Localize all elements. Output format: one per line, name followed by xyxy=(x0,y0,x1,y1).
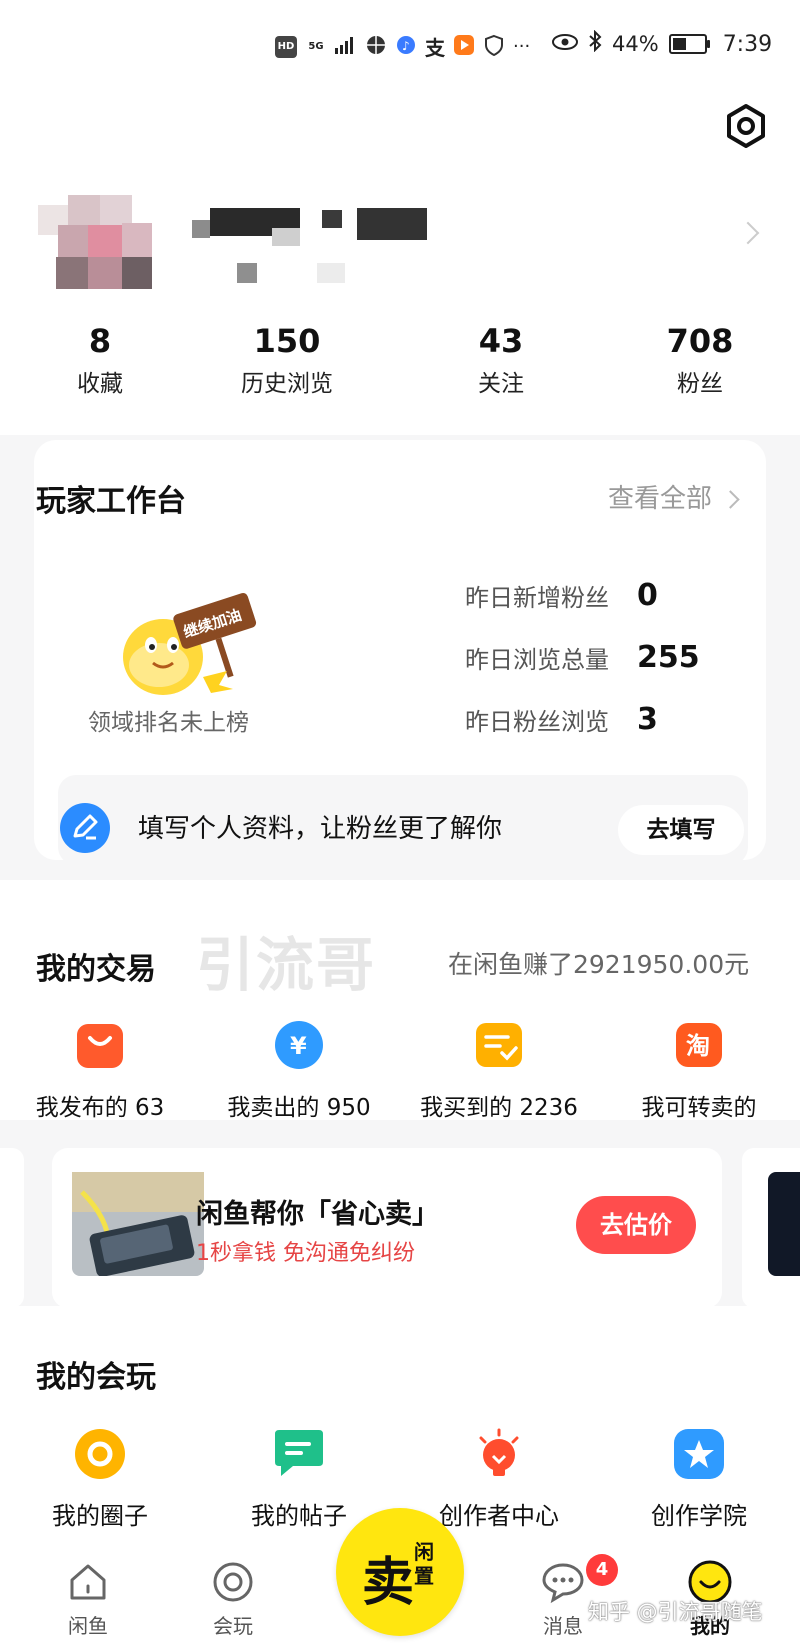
battery-percent: 44% xyxy=(612,32,659,56)
workbench-title: 玩家工作台 xyxy=(36,484,186,519)
trade-label: 我卖出的 950 xyxy=(227,1095,371,1121)
metric-value: 255 xyxy=(637,640,700,675)
status-left-icons: HD 5G ♪ 支 ··· xyxy=(275,32,530,61)
next-banner-thumbnail xyxy=(768,1172,800,1276)
trade-label: 我买到的 2236 xyxy=(420,1095,578,1121)
signal-icon xyxy=(335,36,357,58)
banner-phone-image xyxy=(72,1172,204,1277)
play-circles[interactable]: 我的圈子 xyxy=(0,1428,200,1531)
avatar[interactable] xyxy=(38,195,162,299)
edit-icon xyxy=(60,803,110,853)
lightbulb-icon xyxy=(473,1428,525,1480)
play-label: 创作学院 xyxy=(651,1502,747,1530)
metric-total-views: 昨日浏览总量 255 xyxy=(465,640,700,675)
trade-label: 我可转卖的 xyxy=(641,1095,757,1121)
settings-button[interactable] xyxy=(722,102,770,150)
trade-label: 我发布的 63 xyxy=(35,1095,165,1121)
metric-label: 昨日新增粉丝 xyxy=(465,584,609,612)
svg-text:淘: 淘 xyxy=(686,1032,710,1060)
stat-value: 8 xyxy=(88,322,112,360)
see-all-link[interactable]: 查看全部 xyxy=(608,478,740,515)
star-icon xyxy=(673,1428,725,1480)
status-right: 44% 7:39 xyxy=(552,29,773,58)
stat-following[interactable]: 43 关注 xyxy=(401,322,601,398)
svg-text:♪: ♪ xyxy=(402,39,410,53)
username-redacted xyxy=(192,208,442,290)
metric-label: 昨日浏览总量 xyxy=(465,646,609,674)
banner-subtitle: 1秒拿钱 免沟通免纠纷 xyxy=(196,1241,415,1266)
stat-favorites[interactable]: 8 收藏 xyxy=(0,322,200,398)
banner-prev-card[interactable] xyxy=(0,1148,24,1308)
stat-value: 150 xyxy=(253,322,321,360)
stat-label: 粉丝 xyxy=(677,371,723,397)
stat-value: 43 xyxy=(478,322,524,360)
sell-button-label: 卖 xyxy=(362,1553,415,1613)
checklist-icon xyxy=(474,1020,524,1070)
post-icon xyxy=(273,1428,325,1480)
metric-new-followers: 昨日新增粉丝 0 xyxy=(465,578,658,613)
chat-icon xyxy=(541,1560,585,1604)
circle-ring-icon xyxy=(74,1428,126,1480)
metric-value: 0 xyxy=(637,578,658,613)
chevron-right-icon xyxy=(721,490,740,509)
target-icon xyxy=(211,1560,255,1604)
sell-button-sublabel: 闲置 xyxy=(414,1540,434,1588)
tab-label: 闲鱼 xyxy=(68,1614,108,1638)
mascot-illustration: 继续加油 xyxy=(115,585,265,705)
clock: 7:39 xyxy=(722,31,773,57)
metric-value: 3 xyxy=(637,702,658,737)
battery-icon xyxy=(668,34,710,54)
stat-history[interactable]: 150 历史浏览 xyxy=(187,322,387,398)
hd-icon: HD xyxy=(275,35,297,58)
play-title: 我的会玩 xyxy=(36,1360,156,1395)
bluetooth-icon xyxy=(588,29,602,58)
metric-label: 昨日粉丝浏览 xyxy=(465,708,609,736)
fill-profile-button[interactable]: 去填写 xyxy=(618,805,744,855)
home-icon xyxy=(66,1560,110,1604)
profile-tip-text: 填写个人资料，让粉丝更了解你 xyxy=(138,814,503,844)
yuan-coin-icon: ¥ xyxy=(274,1020,324,1070)
taobao-icon: 淘 xyxy=(674,1020,724,1070)
shield-icon xyxy=(483,34,505,60)
stat-followers[interactable]: 708 粉丝 xyxy=(600,322,800,398)
rank-status: 领域排名未上榜 xyxy=(88,710,249,736)
svg-text:¥: ¥ xyxy=(290,1032,307,1060)
stat-value: 708 xyxy=(666,322,734,360)
shopping-bag-icon xyxy=(75,1020,125,1070)
gear-icon xyxy=(727,104,765,148)
watermark-text: 引流哥 xyxy=(196,931,377,999)
message-badge: 4 xyxy=(586,1554,618,1586)
tab-home[interactable]: 闲鱼 xyxy=(28,1560,148,1639)
tab-label: 会玩 xyxy=(213,1614,253,1638)
metric-fan-views: 昨日粉丝浏览 3 xyxy=(465,702,658,737)
5g-icon: 5G xyxy=(308,41,324,52)
music-icon: ♪ xyxy=(395,34,417,60)
trade-sold[interactable]: ¥ 我卖出的 950 xyxy=(199,1020,399,1122)
earned-total: 在闲鱼赚了2921950.00元 xyxy=(448,950,750,979)
estimate-button[interactable]: 去估价 xyxy=(576,1196,696,1254)
stat-label: 历史浏览 xyxy=(241,371,333,397)
stats-row: 8 收藏 150 历史浏览 43 关注 708 粉丝 xyxy=(0,322,800,402)
trade-published[interactable]: 我发布的 63 xyxy=(0,1020,200,1122)
see-all-label: 查看全部 xyxy=(608,484,713,514)
alipay-icon: 支 xyxy=(425,36,445,60)
basketball-icon xyxy=(365,34,387,60)
trade-bought[interactable]: 我买到的 2236 xyxy=(399,1020,599,1122)
stat-label: 收藏 xyxy=(77,371,123,397)
video-icon xyxy=(453,34,475,60)
stat-label: 关注 xyxy=(478,371,524,397)
play-academy[interactable]: 创作学院 xyxy=(599,1428,799,1531)
trades-title: 我的交易 xyxy=(36,952,156,987)
tab-play[interactable]: 会玩 xyxy=(173,1560,293,1639)
trade-resellable[interactable]: 淘 我可转卖的 xyxy=(599,1020,799,1122)
zhihu-watermark: 知乎 @引流哥随笔 xyxy=(588,1600,763,1624)
eye-icon xyxy=(552,32,578,57)
banner-title: 闲鱼帮你「省心卖」 xyxy=(196,1199,439,1230)
more-icon: ··· xyxy=(513,36,531,57)
play-label: 我的圈子 xyxy=(52,1502,148,1530)
